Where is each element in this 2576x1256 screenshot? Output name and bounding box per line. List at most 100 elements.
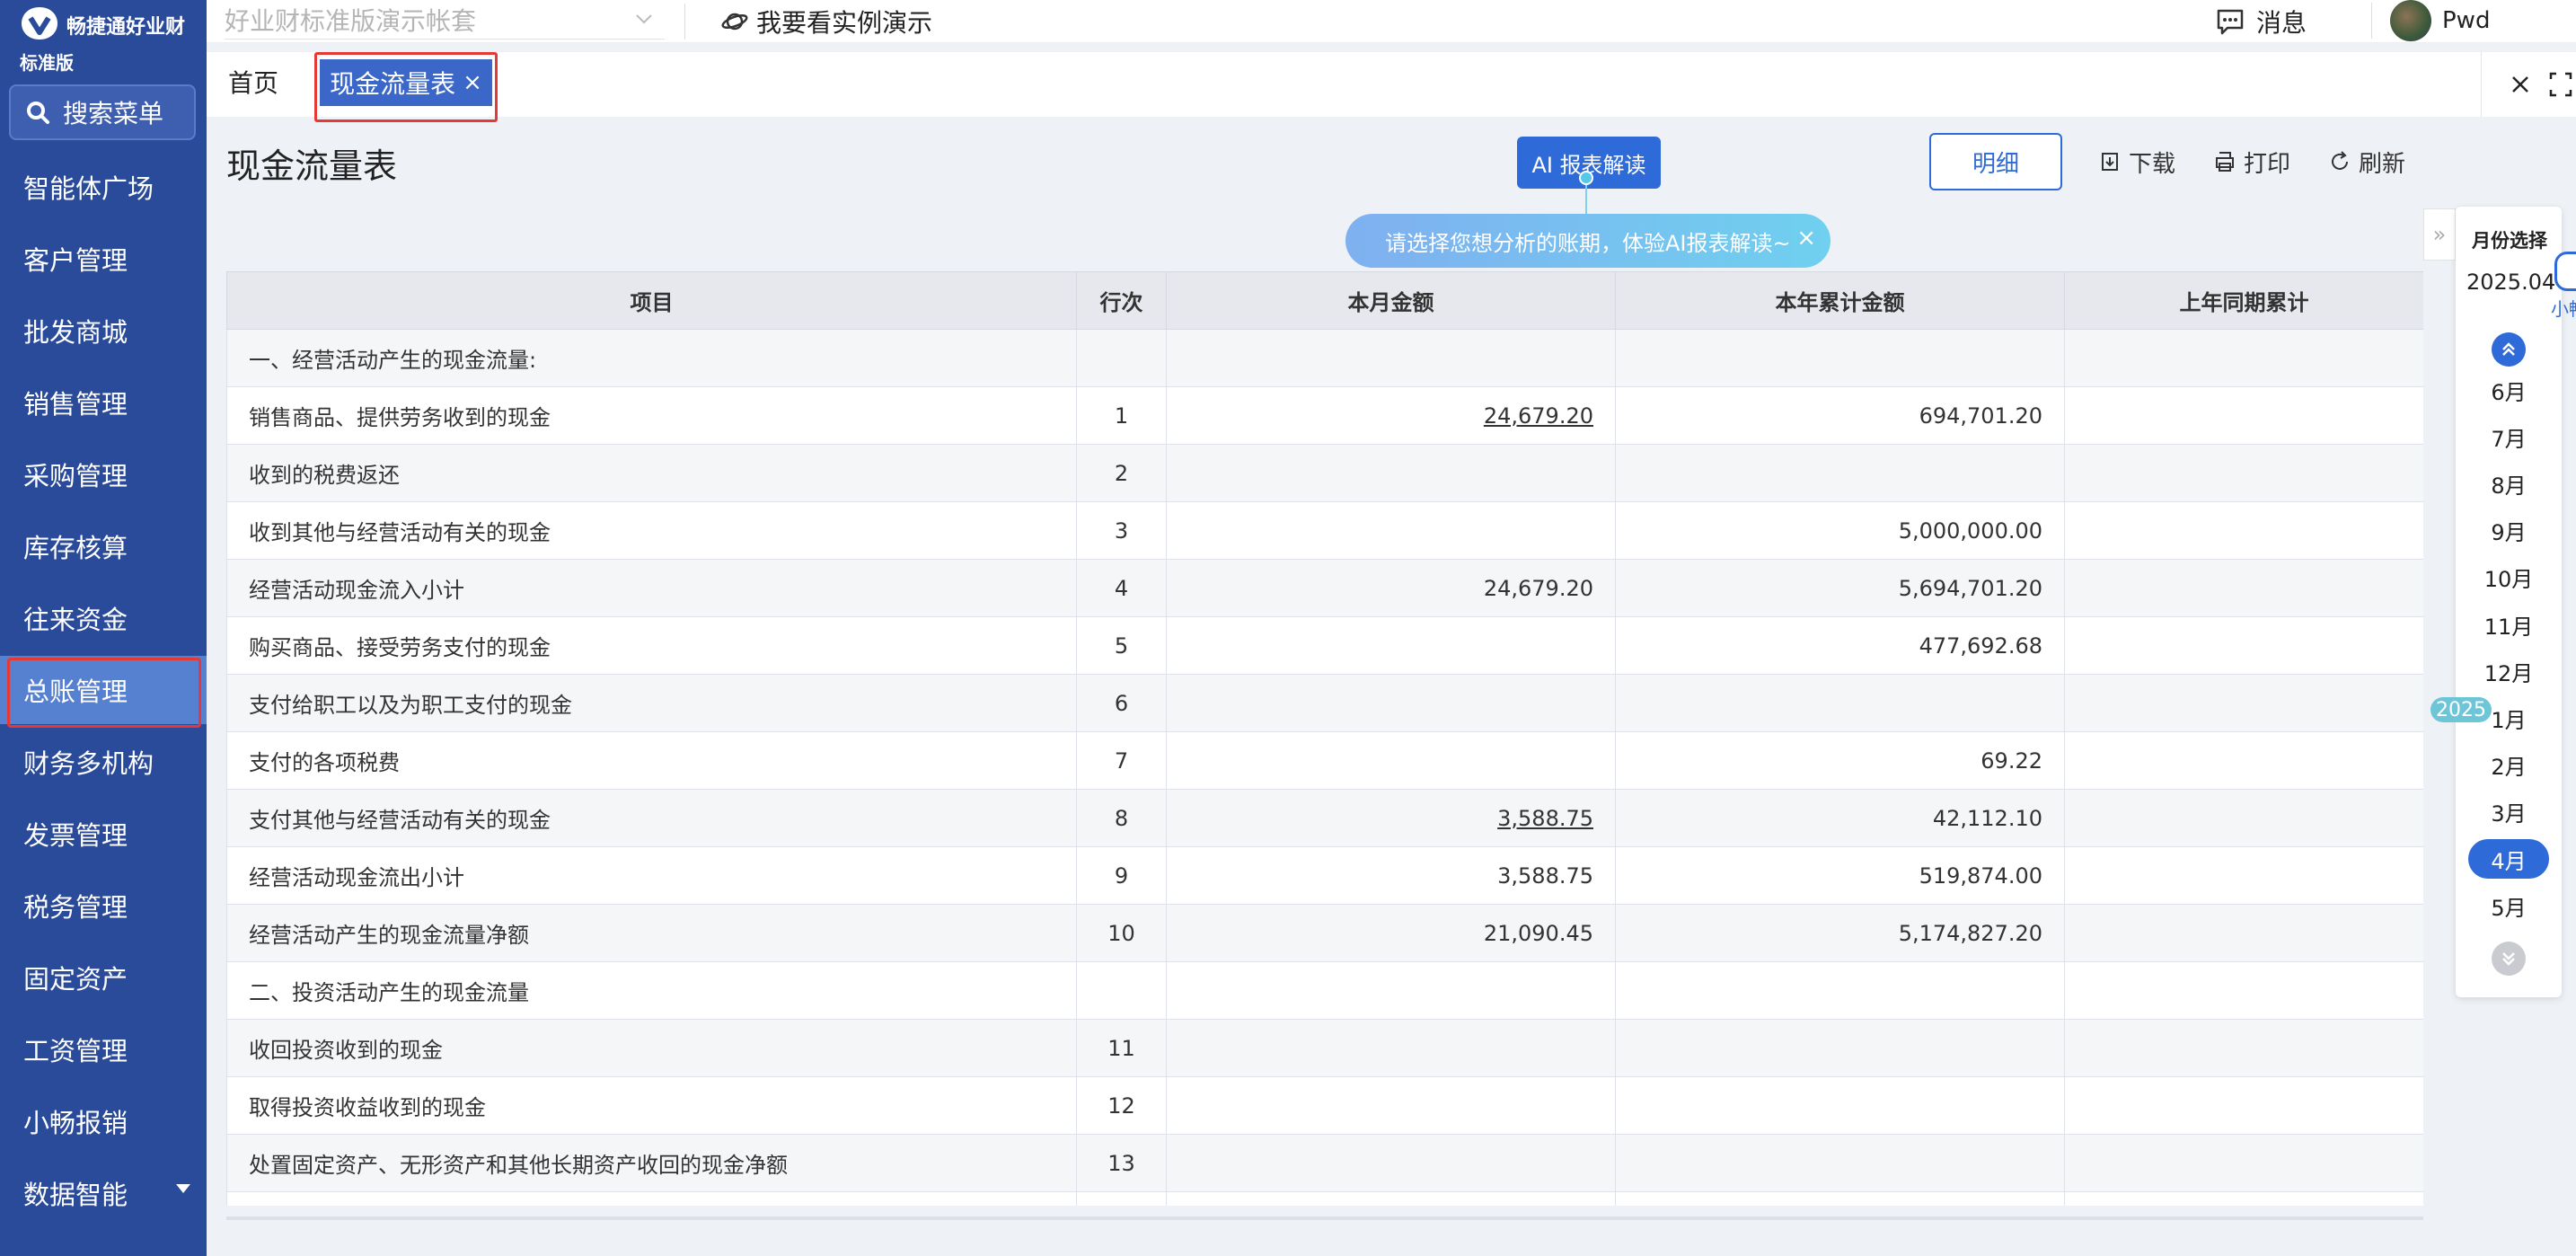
sidebar-item-expense[interactable]: 小畅报销	[0, 1087, 207, 1155]
user-menu[interactable]: Pwd	[2371, 0, 2490, 41]
cell-ytd: 694,701.20	[1615, 386, 2065, 445]
table-row: 销售商品、提供劳务收到的现金 1 24,679.20 694,701.20	[226, 386, 2423, 445]
search-menu-button[interactable]: 搜索菜单	[9, 84, 196, 140]
column-header: 项目	[226, 271, 1077, 330]
sidebar-item-sales[interactable]: 销售管理	[0, 368, 207, 437]
cell-line-value: 4	[1114, 575, 1129, 601]
sidebar-item-general-ledger[interactable]: 总账管理	[0, 656, 207, 728]
sidebar-item-label: 工资管理	[23, 1036, 128, 1066]
sidebar-item-wholesale[interactable]: 批发商城	[0, 296, 207, 365]
tab-cash-flow[interactable]: 现金流量表 ×	[320, 59, 492, 106]
month-option[interactable]: 5月	[2468, 886, 2549, 925]
sidebar-item-payroll[interactable]: 工资管理	[0, 1015, 207, 1084]
close-icon[interactable]: ×	[1796, 225, 1816, 252]
fullscreen-icon[interactable]	[2545, 66, 2576, 102]
month-picker: 月份选择 2025.04 6月 7月 8月 9月 10月 11月 12月 1月 2月 3月 4月 5月	[2456, 207, 2562, 997]
cell-line: 13	[1076, 1134, 1167, 1192]
cell-item: 销售商品、提供劳务收到的现金	[226, 386, 1077, 445]
table-row: 取得投资收益收到的现金 12	[226, 1076, 2423, 1135]
cell-month-value: 24,679.20	[1483, 575, 1593, 601]
month-option[interactable]: 2月	[2468, 746, 2549, 785]
cell-month	[1166, 674, 1616, 732]
cell-ytd-value: 5,174,827.20	[1898, 920, 2042, 946]
cell-month: 24,679.20	[1166, 559, 1616, 617]
sidebar: 畅捷通好业财 标准版 搜索菜单 智能体广场 客户管理 批发商城 销售管理 采购管…	[0, 0, 207, 1256]
cell-ytd: 5,694,701.20	[1615, 559, 2065, 617]
print-button[interactable]: 打印	[2213, 142, 2290, 181]
cell-item-value: 收到的税费返还	[249, 463, 400, 488]
account-select[interactable]: 好业财标准版演示帐套	[225, 0, 665, 40]
month-option[interactable]: 7月	[2468, 417, 2549, 456]
chevron-down-icon	[636, 14, 652, 24]
month-option[interactable]: 8月	[2468, 464, 2549, 503]
cell-ytd	[1615, 444, 2065, 502]
scroll-up-button[interactable]	[2492, 332, 2526, 367]
sidebar-item-label: 小畅报销	[23, 1108, 128, 1138]
close-icon[interactable]: ×	[463, 69, 482, 96]
sidebar-item-agent-plaza[interactable]: 智能体广场	[0, 153, 207, 221]
refresh-button[interactable]: 刷新	[2328, 142, 2405, 181]
cell-month-value[interactable]: 3,588.75	[1497, 806, 1593, 831]
download-button[interactable]: 下载	[2098, 142, 2175, 181]
search-menu-label: 搜索菜单	[63, 99, 164, 128]
month-option[interactable]: 3月	[2468, 792, 2549, 832]
cell-month	[1166, 961, 1616, 1020]
search-icon	[27, 102, 49, 124]
cell-item-value: 收回投资收到的现金	[249, 1038, 443, 1063]
sidebar-item-inventory[interactable]: 库存核算	[0, 512, 207, 580]
month-option[interactable]: 11月	[2468, 605, 2549, 644]
cell-line-value: 7	[1114, 747, 1129, 774]
expand-panel-button[interactable]: »	[2423, 208, 2456, 261]
messages-button[interactable]: 消息	[2215, 2, 2307, 41]
print-icon	[2216, 152, 2234, 172]
cell-item: 收到的税费返还	[226, 444, 1077, 502]
month-option[interactable]: 10月	[2468, 558, 2549, 597]
scroll-down-button[interactable]	[2492, 942, 2526, 976]
cell-item: 收到其他与经营活动有关的现金	[226, 501, 1077, 560]
sidebar-item-tax[interactable]: 税务管理	[0, 871, 207, 940]
month-option[interactable]: 6月	[2468, 370, 2549, 410]
cell-line-value: 8	[1114, 805, 1129, 831]
cell-month: 3,588.75	[1166, 789, 1616, 847]
cell-prior	[2064, 559, 2423, 617]
cell-line: 4	[1076, 559, 1167, 617]
month-option[interactable]: 12月	[2468, 651, 2549, 691]
sidebar-item-label: 发票管理	[23, 820, 128, 851]
demo-link[interactable]: 我要看实例演示	[720, 2, 932, 41]
cell-item-value: 收到其他与经营活动有关的现金	[249, 520, 551, 545]
detail-button[interactable]: 明细	[1929, 133, 2062, 190]
month-option[interactable]: 4月	[2468, 839, 2549, 879]
horizontal-scrollbar[interactable]	[226, 1216, 2423, 1220]
chevrons-up-icon	[2502, 342, 2515, 356]
table-header: 项目 行次 本月金额 本年累计金额 上年同期累计	[226, 271, 2423, 330]
month-option[interactable]: 9月	[2468, 511, 2549, 551]
sidebar-item-data-intelligence[interactable]: 数据智能	[0, 1159, 207, 1227]
chevrons-right-icon: »	[2432, 222, 2447, 247]
column-header: 行次	[1076, 271, 1167, 330]
cell-line: 12	[1076, 1076, 1167, 1135]
cell-item-value: 销售商品、提供劳务收到的现金	[249, 405, 551, 430]
close-icon[interactable]	[2502, 66, 2538, 102]
sidebar-item-fixed-assets[interactable]: 固定资产	[0, 943, 207, 1012]
cell-month-value[interactable]: 24,679.20	[1484, 403, 1593, 429]
cell-item: 购买商品、接受劳务支付的现金	[226, 616, 1077, 675]
brand-name: 畅捷通好业财	[66, 16, 186, 39]
cell-month: 24,679.20	[1166, 386, 1616, 445]
sidebar-item-multi-org[interactable]: 财务多机构	[0, 728, 207, 796]
assistant-widget[interactable]: 小畅	[2547, 243, 2576, 323]
sidebar-item-customer[interactable]: 客户管理	[0, 225, 207, 293]
cell-item: 二、投资活动产生的现金流量	[226, 961, 1077, 1020]
message-icon	[2217, 9, 2244, 35]
cell-line-value: 9	[1114, 862, 1129, 889]
cell-line: 6	[1076, 674, 1167, 732]
sidebar-item-invoice[interactable]: 发票管理	[0, 800, 207, 868]
cell-month	[1166, 329, 1616, 387]
cell-item-value: 经营活动现金流出小计	[249, 865, 464, 890]
cell-item-value: 处置固定资产、无形资产和其他长期资产收回的现金净额	[249, 1153, 788, 1178]
sidebar-item-purchase[interactable]: 采购管理	[0, 440, 207, 509]
sidebar-item-funds[interactable]: 往来资金	[0, 584, 207, 652]
table-row: 购买商品、接受劳务支付的现金 5 477,692.68	[226, 616, 2423, 675]
tab-home[interactable]: 首页	[223, 59, 284, 104]
sidebar-item-label: 批发商城	[23, 317, 128, 348]
cell-prior	[2064, 386, 2423, 445]
